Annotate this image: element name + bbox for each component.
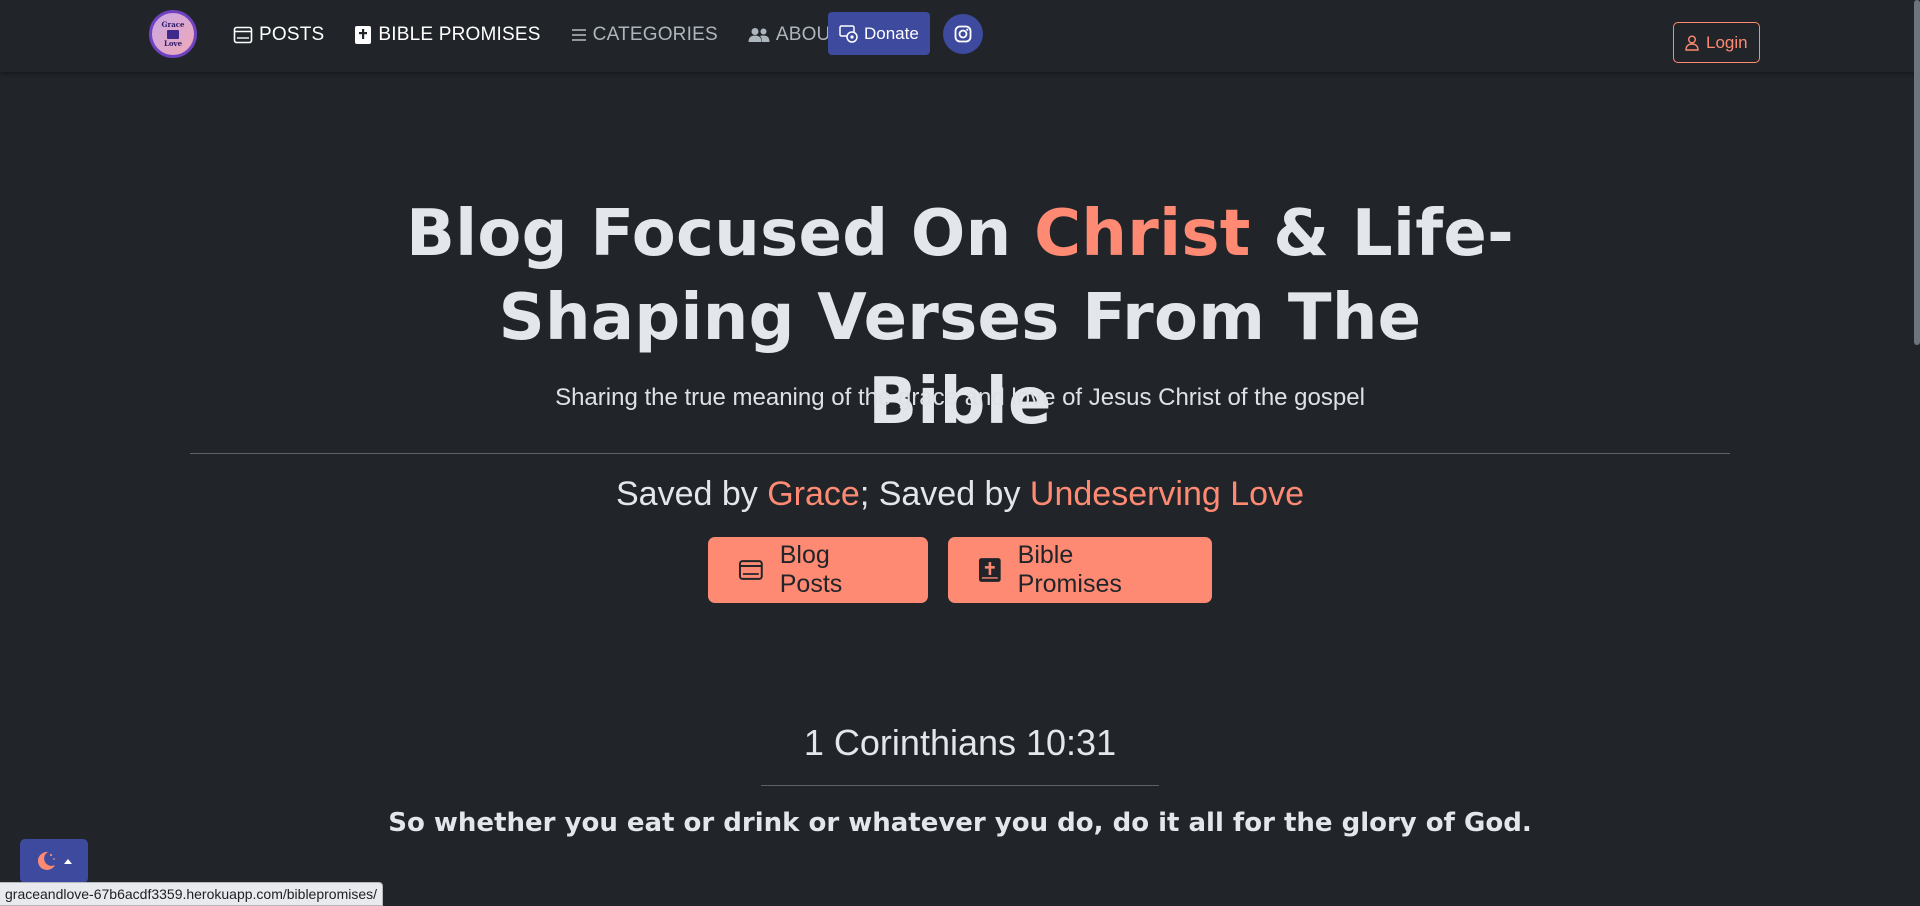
- nav-item-posts-label: POSTS: [259, 24, 325, 45]
- hero-title-part1: Blog Focused On: [406, 197, 1035, 271]
- site-logo[interactable]: Grace Love: [149, 10, 197, 58]
- people-icon: [748, 28, 770, 42]
- tagline-part1: Saved by: [616, 475, 768, 513]
- tagline-accent-grace: Grace: [767, 475, 860, 513]
- tagline-accent-love: Undeserving Love: [1029, 475, 1304, 513]
- list-icon: [571, 29, 586, 41]
- blog-posts-button[interactable]: Blog Posts: [708, 537, 928, 603]
- hero-title-accent: Christ: [1034, 197, 1251, 271]
- donate-icon: [839, 24, 858, 43]
- page: Grace Love POSTS BIBLE PROMISES CATEGORI…: [0, 0, 1920, 906]
- instagram-button[interactable]: [943, 14, 983, 54]
- logo-book-icon: [167, 29, 179, 39]
- window-icon: [738, 560, 763, 580]
- window-icon: [233, 26, 253, 44]
- nav-links: POSTS BIBLE PROMISES CATEGORIES ABOUT: [233, 0, 842, 70]
- theme-toggle-button[interactable]: [20, 839, 88, 883]
- donate-button-label: Donate: [864, 23, 919, 43]
- bible-icon: [355, 26, 372, 44]
- donate-button[interactable]: Donate: [828, 12, 930, 55]
- caret-up-icon: [64, 859, 72, 864]
- logo-text-grace: Grace: [161, 19, 185, 29]
- login-button[interactable]: Login: [1673, 22, 1760, 63]
- nav-item-bible-promises-label: BIBLE PROMISES: [378, 24, 541, 45]
- bible-promises-button-label: Bible Promises: [1017, 541, 1122, 598]
- scrollbar-thumb[interactable]: [1914, 0, 1920, 345]
- verse-text: So whether you eat or drink or whatever …: [388, 808, 1532, 838]
- verse-reference: 1 Corinthians 10:31: [803, 722, 1117, 763]
- nav-item-bible-promises[interactable]: BIBLE PROMISES: [354, 24, 540, 46]
- hero-divider: [190, 453, 1730, 454]
- browser-status-bar: graceandlove-67b6acdf3359.herokuapp.com/…: [0, 882, 384, 906]
- bible-promises-button[interactable]: Bible Promises: [948, 537, 1212, 603]
- instagram-icon: [954, 25, 972, 43]
- login-button-label: Login: [1706, 32, 1748, 52]
- nav-item-categories[interactable]: CATEGORIES: [571, 24, 718, 46]
- tagline-part2: ; Saved by: [859, 475, 1030, 513]
- logo-text-love: Love: [163, 38, 183, 48]
- moon-stars-icon: [37, 851, 55, 870]
- nav-item-posts[interactable]: POSTS: [233, 24, 324, 46]
- cta-row: Blog Posts Bible Promises: [0, 537, 1920, 603]
- blog-posts-button-label: Blog Posts: [779, 541, 843, 598]
- hero-subtitle: Sharing the true meaning of the grace an…: [555, 384, 1365, 411]
- bible-icon: [978, 558, 1001, 582]
- tagline: Saved by Grace; Saved by Undeserving Lov…: [360, 475, 1560, 514]
- verse-divider: [761, 785, 1159, 786]
- nav-item-categories-label: CATEGORIES: [592, 24, 718, 45]
- navbar: Grace Love POSTS BIBLE PROMISES CATEGORI…: [0, 0, 1920, 72]
- person-icon: [1685, 35, 1699, 51]
